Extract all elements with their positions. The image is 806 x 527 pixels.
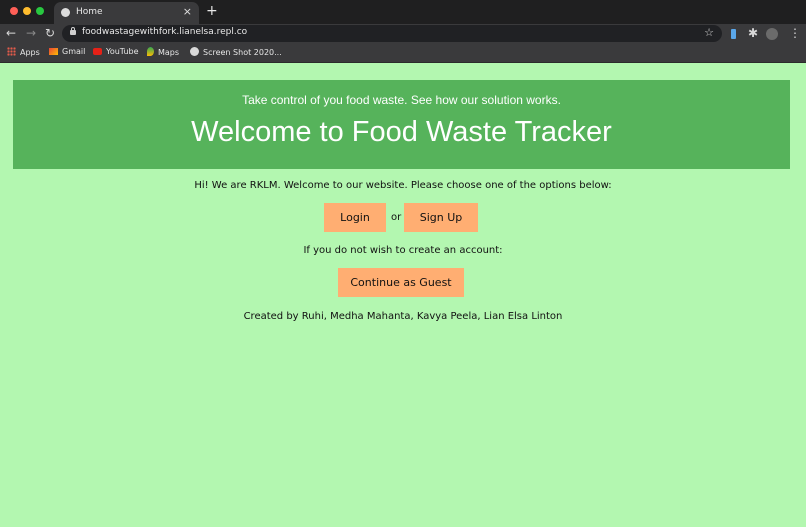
continue-as-guest-button[interactable]: Continue as Guest — [338, 268, 464, 297]
browser-toolbar: ← → ↻ foodwastagewithfork.lianelsa.repl.… — [0, 24, 806, 44]
bookmark-screenshot[interactable]: Screen Shot 2020... — [190, 47, 282, 57]
minimize-window-button[interactable] — [23, 7, 31, 15]
puzzle-extensions-icon[interactable]: ✱ — [748, 26, 758, 40]
apps-grid-icon — [7, 47, 16, 56]
youtube-icon — [93, 48, 102, 55]
address-bar[interactable]: foodwastagewithfork.lianelsa.repl.co ☆ — [62, 25, 722, 42]
forward-icon[interactable]: → — [26, 26, 36, 40]
bookmark-label: Screen Shot 2020... — [203, 48, 282, 57]
tab-title: Home — [76, 7, 103, 17]
signup-button[interactable]: Sign Up — [404, 203, 478, 232]
bookmark-label: YouTube — [106, 47, 139, 56]
new-tab-button[interactable]: + — [206, 3, 218, 19]
globe-icon — [190, 47, 199, 56]
bookmark-apps[interactable]: Apps — [7, 47, 40, 57]
hero-tagline: Take control of you food waste. See how … — [242, 93, 561, 107]
page-title: Welcome to Food Waste Tracker — [191, 116, 612, 148]
intro-text: Hi! We are RKLM. Welcome to our website.… — [194, 180, 612, 191]
maps-icon — [147, 47, 154, 56]
bookmark-maps[interactable]: Maps — [147, 47, 179, 57]
lock-icon — [70, 27, 76, 35]
extension-icon[interactable] — [731, 29, 736, 39]
bookmark-label: Apps — [20, 48, 40, 57]
bookmark-star-icon[interactable]: ☆ — [704, 26, 714, 39]
menu-kebab-icon[interactable]: ⋮ — [789, 26, 801, 40]
guest-prompt: If you do not wish to create an account: — [303, 245, 503, 256]
page-content: Take control of you food waste. See how … — [0, 63, 806, 527]
hero-banner: Take control of you food waste. See how … — [13, 80, 790, 169]
bookmark-youtube[interactable]: YouTube — [93, 47, 139, 56]
gmail-icon — [49, 48, 58, 55]
close-window-button[interactable] — [10, 7, 18, 15]
url-text[interactable]: foodwastagewithfork.lianelsa.repl.co — [82, 27, 247, 37]
back-icon[interactable]: ← — [6, 26, 16, 40]
browser-tab-bar: Home × + — [0, 0, 806, 24]
maximize-window-button[interactable] — [36, 7, 44, 15]
login-button[interactable]: Login — [324, 203, 386, 232]
or-separator: or — [391, 212, 402, 223]
tab-home[interactable]: Home × — [54, 2, 199, 24]
reload-icon[interactable]: ↻ — [45, 26, 55, 40]
profile-avatar[interactable] — [766, 28, 778, 40]
tab-close-icon[interactable]: × — [183, 5, 192, 18]
bookmark-label: Maps — [158, 48, 180, 57]
credits-text: Created by Ruhi, Medha Mahanta, Kavya Pe… — [243, 311, 563, 322]
globe-icon — [61, 8, 70, 17]
bookmark-gmail[interactable]: Gmail — [49, 47, 85, 56]
bookmarks-bar: Apps Gmail YouTube Maps Screen Shot 2020… — [0, 44, 806, 63]
bookmark-label: Gmail — [62, 47, 86, 56]
